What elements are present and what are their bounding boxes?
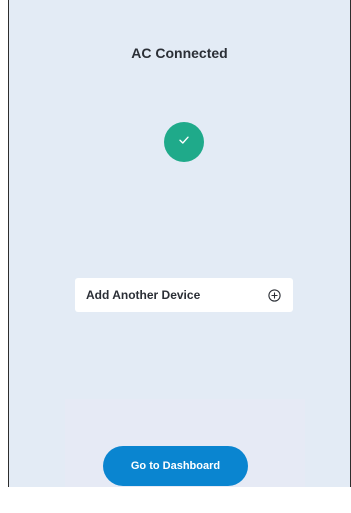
app-screen: AC Connected Add Another Device xyxy=(8,0,351,487)
go-to-dashboard-button[interactable]: Go to Dashboard xyxy=(103,446,248,486)
add-another-device-label: Add Another Device xyxy=(86,288,201,302)
add-another-device-button[interactable]: Add Another Device xyxy=(75,278,293,312)
check-icon xyxy=(177,133,191,152)
page-title: AC Connected xyxy=(131,45,228,61)
plus-circle-icon[interactable] xyxy=(267,288,281,302)
success-badge xyxy=(164,122,204,162)
